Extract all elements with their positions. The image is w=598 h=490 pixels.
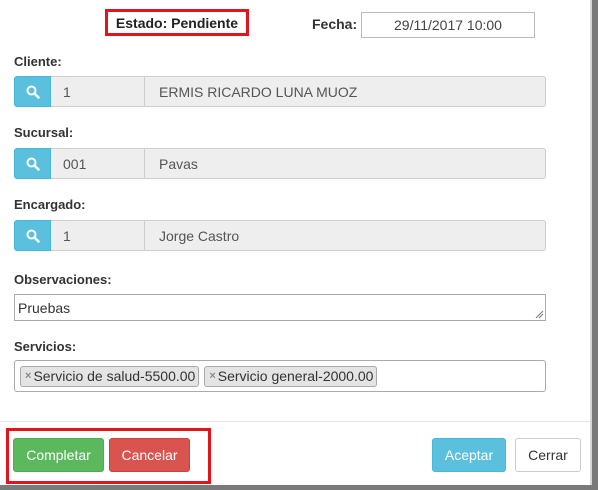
manager-code-field: 1	[51, 220, 145, 251]
branch-search-button[interactable]	[14, 148, 51, 179]
date-field[interactable]: 29/11/2017 10:00	[361, 12, 535, 38]
notes-textarea[interactable]: Pruebas	[14, 294, 546, 321]
search-icon	[26, 229, 40, 243]
window-frame-right	[592, 0, 598, 490]
notes-label: Observaciones:	[14, 272, 112, 287]
branch-name-field: Pavas	[145, 148, 546, 179]
accept-button[interactable]: Aceptar	[432, 438, 506, 472]
service-tag-label: Servicio de salud-5500.00	[33, 368, 196, 384]
branch-lookup: 001 Pavas	[14, 148, 546, 179]
manager-label: Encargado:	[14, 197, 86, 212]
cancel-button[interactable]: Cancelar	[109, 438, 190, 472]
manager-search-button[interactable]	[14, 220, 51, 251]
date-value: 29/11/2017 10:00	[394, 17, 502, 33]
services-label: Servicios:	[14, 339, 77, 354]
footer-divider	[0, 421, 590, 422]
branch-code-field: 001	[51, 148, 145, 179]
client-name-field: ERMIS RICARDO LUNA MUOZ	[145, 76, 546, 107]
remove-tag-icon[interactable]: ×	[25, 370, 31, 382]
service-tag-label: Servicio general-2000.00	[217, 368, 374, 384]
client-code-field: 1	[51, 76, 145, 107]
client-lookup: 1 ERMIS RICARDO LUNA MUOZ	[14, 76, 546, 107]
window-frame-bottom	[0, 485, 598, 490]
search-icon	[26, 157, 40, 171]
notes-value: Pruebas	[18, 300, 71, 316]
search-icon	[26, 85, 40, 99]
close-button[interactable]: Cerrar	[515, 438, 581, 472]
client-label: Cliente:	[14, 54, 62, 69]
client-search-button[interactable]	[14, 76, 51, 107]
services-multiselect[interactable]: × Servicio de salud-5500.00 × Servicio g…	[14, 360, 546, 392]
resize-grip-icon[interactable]	[535, 310, 544, 319]
date-label: Fecha:	[312, 16, 358, 32]
manager-name-field: Jorge Castro	[145, 220, 546, 251]
remove-tag-icon[interactable]: ×	[209, 370, 215, 382]
manager-lookup: 1 Jorge Castro	[14, 220, 546, 251]
status-text: Estado: Pendiente	[115, 14, 239, 31]
service-tag: × Servicio general-2000.00	[204, 365, 378, 387]
branch-label: Sucursal:	[14, 125, 74, 140]
status-badge: Estado: Pendiente	[105, 9, 249, 36]
complete-button[interactable]: Completar	[13, 438, 104, 472]
service-tag: × Servicio de salud-5500.00	[20, 365, 200, 387]
